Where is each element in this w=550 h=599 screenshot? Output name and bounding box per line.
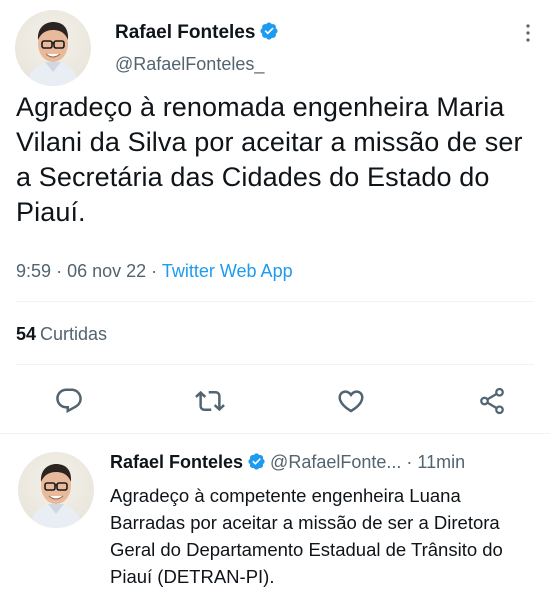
- author-handle[interactable]: @RafaelFonteles_: [115, 54, 264, 75]
- reply-time[interactable]: 11min: [417, 452, 465, 472]
- reply-author-avatar[interactable]: [18, 452, 94, 528]
- reply-button[interactable]: [54, 386, 84, 416]
- reply-author-handle[interactable]: @RafaelFonte...: [270, 452, 401, 472]
- reply-text: Agradeço à competente engenheira Luana B…: [110, 485, 503, 587]
- tweet-time[interactable]: 9:59: [16, 261, 51, 281]
- reply-author-name[interactable]: Rafael Fonteles: [110, 452, 243, 472]
- author-name[interactable]: Rafael Fonteles: [115, 21, 279, 44]
- like-icon: [338, 390, 364, 413]
- share-button[interactable]: [477, 386, 507, 416]
- divider: [0, 433, 550, 434]
- retweet-icon: [195, 390, 225, 412]
- tweet-text: Agradeço à renomada engenheira Maria Vil…: [16, 92, 523, 227]
- tweet-meta: 9:59 · 06 nov 22 · Twitter Web App: [16, 261, 293, 282]
- verified-badge-icon: [260, 22, 278, 40]
- reply-separator: ·: [406, 452, 413, 472]
- tweet-date[interactable]: 06 nov 22: [67, 261, 146, 281]
- divider: [16, 301, 534, 302]
- like-button[interactable]: [336, 386, 366, 416]
- verified-badge-icon: [248, 453, 265, 470]
- likes-stat[interactable]: 54 Curtidas: [16, 324, 107, 345]
- share-icon: [480, 387, 504, 415]
- likes-label: Curtidas: [40, 324, 108, 344]
- author-avatar[interactable]: [15, 10, 91, 86]
- tweet-source-app[interactable]: Twitter Web App: [162, 261, 293, 281]
- divider: [16, 364, 534, 365]
- retweet-button[interactable]: [195, 386, 225, 416]
- likes-count: 54: [16, 324, 37, 344]
- reply-header: Rafael Fonteles @RafaelFonte... · 11min: [110, 452, 535, 473]
- more-options-icon[interactable]: [518, 22, 538, 44]
- meta-separator: ·: [151, 261, 158, 281]
- reply-icon: [56, 388, 82, 414]
- meta-separator: ·: [56, 261, 63, 281]
